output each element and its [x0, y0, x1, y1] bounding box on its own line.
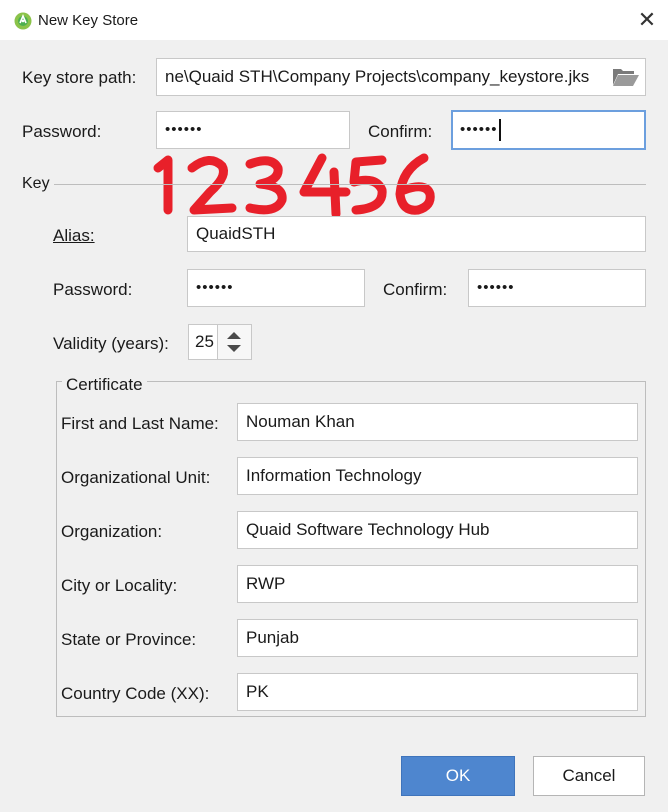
organization-input[interactable]: Quaid Software Technology Hub	[237, 511, 638, 549]
folder-open-icon[interactable]	[612, 66, 640, 88]
key-separator	[54, 184, 646, 185]
organizational-unit-input[interactable]: Information Technology	[237, 457, 638, 495]
state-province-label: State or Province:	[61, 630, 197, 649]
new-key-store-dialog: New Key Store ✕ Key store path: ne\Quaid…	[0, 0, 668, 812]
country-code-label: Country Code (XX):	[61, 684, 210, 703]
key-store-path-label: Key store path:	[22, 68, 137, 87]
key-section-label: Key	[22, 175, 50, 192]
keystore-password-label: Password:	[22, 122, 102, 141]
city-locality-input[interactable]: RWP	[237, 565, 638, 603]
state-province-input[interactable]: Punjab	[237, 619, 638, 657]
validity-label: Validity (years):	[53, 334, 169, 353]
key-password-label: Password:	[53, 280, 133, 299]
key-password-input[interactable]: ••••••	[187, 269, 365, 307]
cancel-button[interactable]: Cancel	[533, 756, 645, 796]
keystore-confirm-input[interactable]: ••••••	[451, 110, 646, 150]
validity-spinner[interactable]	[218, 324, 252, 360]
close-icon[interactable]: ✕	[634, 8, 660, 32]
key-store-path-input[interactable]: ne\Quaid STH\Company Projects\company_ke…	[156, 58, 646, 96]
window-title: New Key Store	[38, 12, 139, 29]
spinner-arrows-icon[interactable]	[218, 325, 250, 359]
keystore-confirm-label: Confirm:	[368, 122, 433, 141]
certificate-legend: Certificate	[62, 375, 147, 395]
annotation-text: 123456	[150, 150, 203, 154]
key-confirm-input[interactable]: ••••••	[468, 269, 646, 307]
city-locality-label: City or Locality:	[61, 576, 178, 595]
first-last-name-label: First and Last Name:	[61, 414, 219, 433]
validity-input[interactable]: 25	[188, 324, 218, 360]
alias-label: Alias:	[53, 226, 95, 245]
organization-label: Organization:	[61, 522, 163, 541]
ok-button[interactable]: OK	[401, 756, 515, 796]
first-last-name-input[interactable]: Nouman Khan	[237, 403, 638, 441]
alias-input[interactable]: QuaidSTH	[187, 216, 646, 252]
text-caret	[498, 119, 501, 142]
key-confirm-label: Confirm:	[383, 280, 448, 299]
country-code-input[interactable]: PK	[237, 673, 638, 711]
title-bar: New Key Store ✕	[0, 0, 668, 40]
android-studio-icon	[14, 12, 32, 30]
keystore-confirm-value: ••••••	[460, 121, 498, 138]
key-store-path-value: ne\Quaid STH\Company Projects\company_ke…	[165, 67, 590, 86]
organizational-unit-label: Organizational Unit:	[61, 468, 211, 487]
keystore-password-input[interactable]: ••••••	[156, 111, 350, 149]
